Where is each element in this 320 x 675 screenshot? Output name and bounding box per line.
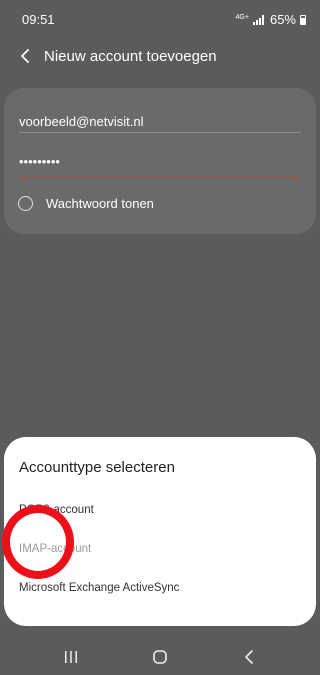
highlight-circle bbox=[2, 505, 74, 579]
back-icon[interactable] bbox=[242, 649, 258, 665]
sheet-title: Accounttype selecteren bbox=[19, 459, 175, 476]
battery-percentage: 65% bbox=[269, 12, 296, 27]
email-field[interactable]: voorbeeld@netvisit.nl bbox=[19, 114, 143, 129]
email-underline bbox=[19, 132, 301, 133]
password-underline bbox=[19, 176, 301, 177]
account-form: voorbeeld@netvisit.nl ••••••••• Wachtwoo… bbox=[4, 88, 316, 234]
status-indicators: 4G+ 65% bbox=[236, 12, 306, 27]
show-password-label: Wachtwoord tonen bbox=[46, 196, 154, 211]
battery-icon bbox=[300, 14, 306, 25]
password-field[interactable]: ••••••••• bbox=[19, 154, 60, 169]
recents-icon[interactable] bbox=[63, 650, 79, 664]
home-icon[interactable] bbox=[152, 650, 168, 664]
show-password-checkbox[interactable] bbox=[18, 196, 33, 211]
signal-icon bbox=[252, 14, 264, 25]
show-password-toggle[interactable]: Wachtwoord tonen bbox=[18, 196, 154, 211]
network-type: 4G+ bbox=[235, 13, 249, 21]
status-bar: 09:51 4G+ 65% bbox=[0, 0, 320, 38]
status-time: 09:51 bbox=[22, 12, 55, 27]
arrow-left-icon[interactable] bbox=[14, 44, 38, 68]
option-exchange-activesync[interactable]: Microsoft Exchange ActiveSync bbox=[19, 582, 179, 594]
page-title: Nieuw account toevoegen bbox=[44, 48, 217, 65]
navigation-bar bbox=[0, 636, 320, 675]
app-bar: Nieuw account toevoegen bbox=[0, 38, 320, 76]
